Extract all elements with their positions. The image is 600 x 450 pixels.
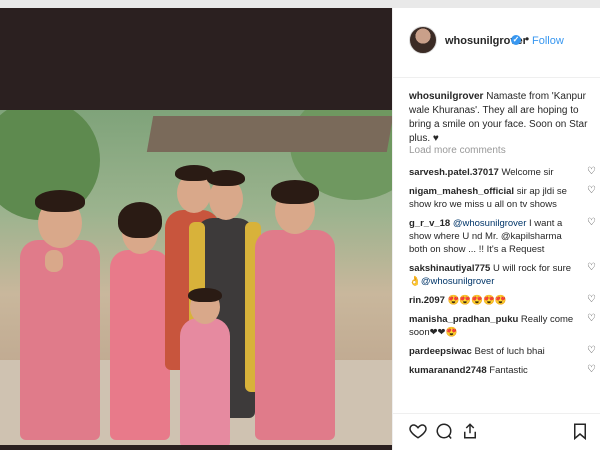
heart-icon[interactable]	[409, 422, 427, 440]
post-photo[interactable]	[0, 110, 392, 445]
comment-text: Fantastic	[489, 365, 528, 376]
bookmark-icon[interactable]	[571, 422, 589, 441]
like-comment-heart-icon[interactable]: ♡	[587, 263, 597, 273]
comment-item: sarvesh.patel.37017 Welcome sir ♡	[409, 166, 597, 179]
comment-username[interactable]: kumaranand2748	[409, 365, 487, 376]
like-comment-heart-icon[interactable]: ♡	[587, 167, 597, 177]
comment-username[interactable]: nigam_mahesh_official	[409, 186, 514, 197]
verified-badge-icon: ✓	[511, 35, 521, 45]
comment-mention[interactable]: 👌@whosunilgrover	[409, 276, 494, 287]
photo-letterbox-bottom	[0, 445, 392, 450]
post-sidebar: whosunilgrover ✓ • Follow whosunilgrover…	[392, 8, 600, 450]
share-icon[interactable]	[461, 422, 479, 440]
comment-icon[interactable]	[435, 422, 453, 440]
like-comment-heart-icon[interactable]: ♡	[587, 295, 597, 305]
comment-username[interactable]: manisha_pradhan_puku	[409, 314, 518, 325]
load-more-comments-button[interactable]: Load more comments	[409, 145, 506, 156]
comment-text: U will rock for sure	[492, 263, 572, 274]
avatar[interactable]	[409, 26, 437, 54]
top-strip	[0, 0, 600, 8]
like-comment-heart-icon[interactable]: ♡	[587, 218, 597, 228]
post-photo-panel[interactable]	[0, 8, 392, 450]
comment-username[interactable]: sakshinautiyal775	[409, 263, 490, 274]
comment-item: pardeepsiwac Best of luch bhai ♡	[409, 345, 597, 358]
comments-list: sarvesh.patel.37017 Welcome sir ♡ nigam_…	[409, 166, 597, 383]
post-action-bar	[393, 413, 600, 450]
comment-item: kumaranand2748 Fantastic ♡	[409, 364, 597, 377]
like-comment-heart-icon[interactable]: ♡	[587, 314, 597, 324]
comment-text: Welcome sir	[501, 167, 554, 178]
post-header: whosunilgrover ✓ • Follow	[393, 8, 600, 78]
comment-username[interactable]: rin.2097	[409, 295, 445, 306]
comment-item: sakshinautiyal775 U will rock for sure 👌…	[409, 262, 597, 288]
like-comment-heart-icon[interactable]: ♡	[587, 186, 597, 196]
comment-username[interactable]: g_r_v_18	[409, 218, 450, 229]
comment-item: manisha_pradhan_puku Really come soon❤❤😍…	[409, 313, 597, 339]
comment-text: Best of luch bhai	[474, 346, 545, 357]
comment-item: rin.2097 😍😍😍😍😍 ♡	[409, 294, 597, 307]
comment-username[interactable]: sarvesh.patel.37017	[409, 167, 499, 178]
comment-item: g_r_v_18 @whosunilgrover I want a show w…	[409, 217, 597, 256]
separator-dot: •	[525, 32, 530, 46]
photo-letterbox-top	[0, 8, 392, 110]
hut-roof	[146, 116, 392, 152]
follow-button[interactable]: Follow	[532, 35, 564, 47]
post-caption: whosunilgrover Namaste from 'Kanpur wale…	[409, 90, 589, 146]
comment-item: nigam_mahesh_official sir ap jldi se sho…	[409, 185, 597, 211]
caption-username[interactable]: whosunilgrover	[409, 91, 483, 102]
like-comment-heart-icon[interactable]: ♡	[587, 346, 597, 356]
like-comment-heart-icon[interactable]: ♡	[587, 365, 597, 375]
comment-mention[interactable]: @whosunilgrover	[453, 218, 527, 229]
comment-username[interactable]: pardeepsiwac	[409, 346, 472, 357]
comment-text: 😍😍😍😍😍	[447, 295, 507, 306]
